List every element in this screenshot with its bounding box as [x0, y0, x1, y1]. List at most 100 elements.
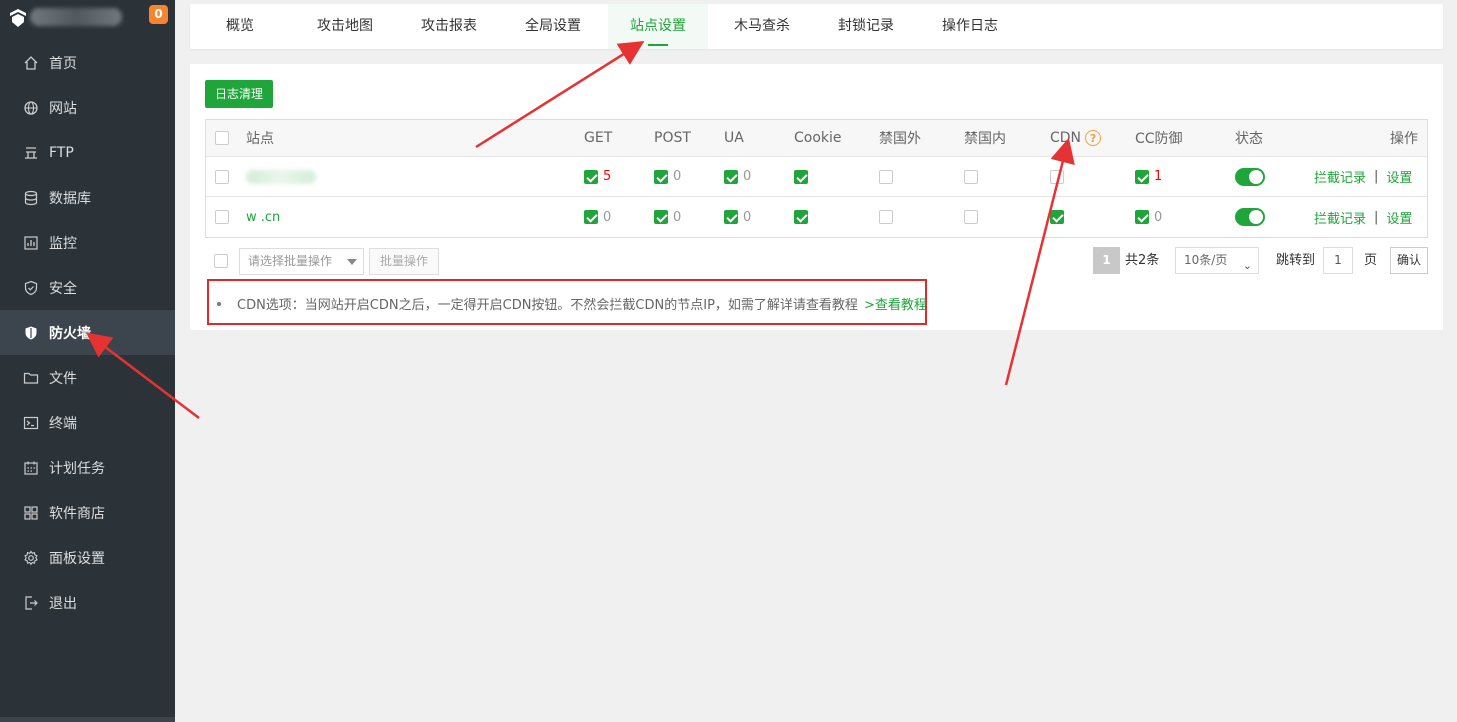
ban-domestic-checkbox[interactable] — [964, 210, 978, 224]
sidebar-item-label: 文件 — [49, 370, 77, 387]
sidebar-item-files[interactable]: 文件 — [0, 355, 175, 400]
sidebar-item-security[interactable]: 安全 — [0, 265, 175, 310]
clear-log-button[interactable]: 日志清理 — [205, 80, 274, 108]
tab-bar: 概览 攻击地图 攻击报表 全局设置 站点设置 木马查杀 封锁记录 操作日志 — [190, 4, 1443, 49]
site-name[interactable]: w .cn — [246, 210, 280, 225]
batch-operation-select[interactable]: 请选择批量操作 — [239, 248, 364, 275]
ftp-icon — [22, 144, 40, 162]
tab-block-records[interactable]: 封锁记录 — [816, 4, 916, 49]
sidebar-item-label: FTP — [49, 144, 74, 161]
tab-operation-log[interactable]: 操作日志 — [920, 4, 1020, 49]
sidebar-item-panel-settings[interactable]: 面板设置 — [0, 535, 175, 580]
sidebar-item-label: 防火墙 — [49, 325, 91, 342]
post-checkbox[interactable] — [654, 169, 668, 184]
row-checkbox[interactable] — [215, 210, 229, 224]
get-checkbox[interactable] — [584, 210, 598, 224]
tab-overview[interactable]: 概览 — [190, 4, 290, 49]
col-actions: 操作 — [1390, 131, 1418, 147]
site-settings-link[interactable]: 设置 — [1386, 167, 1412, 186]
home-icon — [22, 54, 40, 72]
page-label: 页 — [1364, 253, 1378, 268]
logo-icon — [10, 9, 26, 27]
tab-site-settings[interactable]: 站点设置 — [608, 4, 708, 49]
jump-confirm-button[interactable]: 确认 — [1390, 247, 1428, 274]
notification-badge[interactable]: 0 — [149, 5, 168, 24]
site-settings-panel: 日志清理 站点 GET POST UA Cookie 禁国外 禁国内 CDN ?… — [190, 64, 1443, 330]
globe-icon — [22, 99, 40, 117]
tab-trojan-scan[interactable]: 木马查杀 — [712, 4, 812, 49]
ban-domestic-checkbox[interactable] — [964, 169, 978, 184]
col-cookie: Cookie — [794, 130, 842, 146]
col-cdn: CDN ? — [1050, 120, 1102, 156]
ban-foreign-checkbox[interactable] — [879, 210, 893, 224]
col-get: GET — [584, 130, 613, 146]
tab-attack-map[interactable]: 攻击地图 — [295, 4, 395, 49]
select-all-checkbox[interactable] — [215, 131, 229, 145]
intercept-records-link[interactable]: 拦截记录 — [1314, 167, 1366, 186]
tab-attack-report[interactable]: 攻击报表 — [399, 4, 499, 49]
ban-foreign-checkbox[interactable] — [879, 169, 893, 184]
intercept-records-link[interactable]: 拦截记录 — [1314, 208, 1366, 227]
batch-select-placeholder: 请选择批量操作 — [248, 254, 333, 268]
gear-icon — [22, 549, 40, 567]
tab-global-settings[interactable]: 全局设置 — [503, 4, 603, 49]
sidebar-item-cron[interactable]: 计划任务 — [0, 445, 175, 490]
status-toggle[interactable] — [1235, 167, 1265, 186]
page-number-current[interactable]: 1 — [1093, 247, 1120, 274]
site-settings-link[interactable]: 设置 — [1386, 208, 1412, 227]
chevron-down-icon: ⌄ — [1242, 259, 1252, 272]
bullet-icon — [217, 301, 221, 306]
row-checkbox[interactable] — [215, 169, 229, 184]
site-name-blurred[interactable] — [246, 169, 316, 184]
site-table: 站点 GET POST UA Cookie 禁国外 禁国内 CDN ? CC防御… — [205, 119, 1428, 238]
calendar-icon — [22, 459, 40, 477]
folder-icon — [22, 369, 40, 387]
post-count: 0 — [673, 209, 682, 225]
ua-checkbox[interactable] — [724, 169, 738, 184]
status-toggle[interactable] — [1235, 208, 1265, 226]
batch-select-checkbox[interactable] — [214, 254, 228, 268]
cc-count: 1 — [1154, 169, 1163, 184]
col-status: 状态 — [1235, 131, 1263, 147]
per-page-select[interactable]: 10条/页 ⌄ — [1175, 247, 1259, 274]
sidebar-item-label: 计划任务 — [49, 460, 105, 477]
sidebar-item-logout[interactable]: 退出 — [0, 580, 175, 625]
cdn-note-highlight: CDN选项：当网站开启CDN之后，一定得开启CDN按钮。不然会拦截CDN的节点I… — [207, 279, 927, 325]
batch-operation-button[interactable]: 批量操作 — [369, 248, 439, 275]
sidebar-item-ftp[interactable]: FTP — [0, 130, 175, 175]
sidebar-item-label: 面板设置 — [49, 550, 105, 567]
get-checkbox[interactable] — [584, 169, 598, 184]
logout-icon — [22, 594, 40, 612]
col-cdn-label: CDN — [1050, 130, 1082, 146]
sidebar-item-website[interactable]: 网站 — [0, 85, 175, 130]
sidebar-item-database[interactable]: 数据库 — [0, 175, 175, 220]
apps-icon — [22, 504, 40, 522]
sidebar-item-terminal[interactable]: 终端 — [0, 400, 175, 445]
batch-bar: 请选择批量操作 批量操作 1 共2条 10条/页 ⌄ 跳转到 1 页 确认 — [205, 247, 1428, 277]
col-post: POST — [654, 130, 691, 146]
cdn-checkbox[interactable] — [1050, 210, 1064, 224]
table-header: 站点 GET POST UA Cookie 禁国外 禁国内 CDN ? CC防御… — [206, 120, 1427, 157]
cc-checkbox[interactable] — [1135, 210, 1149, 224]
ua-checkbox[interactable] — [724, 210, 738, 224]
sidebar-item-label: 数据库 — [49, 190, 91, 207]
sidebar-item-label: 安全 — [49, 280, 77, 297]
cookie-checkbox[interactable] — [794, 210, 808, 224]
col-ban-foreign: 禁国外 — [879, 131, 921, 147]
col-site: 站点 — [246, 131, 274, 147]
sidebar-item-store[interactable]: 软件商店 — [0, 490, 175, 535]
help-icon[interactable]: ? — [1085, 130, 1102, 146]
sidebar-item-firewall[interactable]: 防火墙 — [0, 310, 175, 355]
col-ua: UA — [724, 130, 744, 146]
monitor-icon — [22, 234, 40, 252]
cc-checkbox[interactable] — [1135, 169, 1149, 184]
sidebar-item-home[interactable]: 首页 — [0, 40, 175, 85]
action-separator: | — [1374, 209, 1379, 225]
cdn-checkbox[interactable] — [1050, 169, 1064, 184]
sidebar-item-monitor[interactable]: 监控 — [0, 220, 175, 265]
col-cc: CC防御 — [1135, 131, 1183, 147]
post-checkbox[interactable] — [654, 210, 668, 224]
view-tutorial-link[interactable]: >查看教程 — [864, 294, 927, 313]
jump-page-input[interactable]: 1 — [1323, 247, 1353, 274]
cookie-checkbox[interactable] — [794, 169, 808, 184]
